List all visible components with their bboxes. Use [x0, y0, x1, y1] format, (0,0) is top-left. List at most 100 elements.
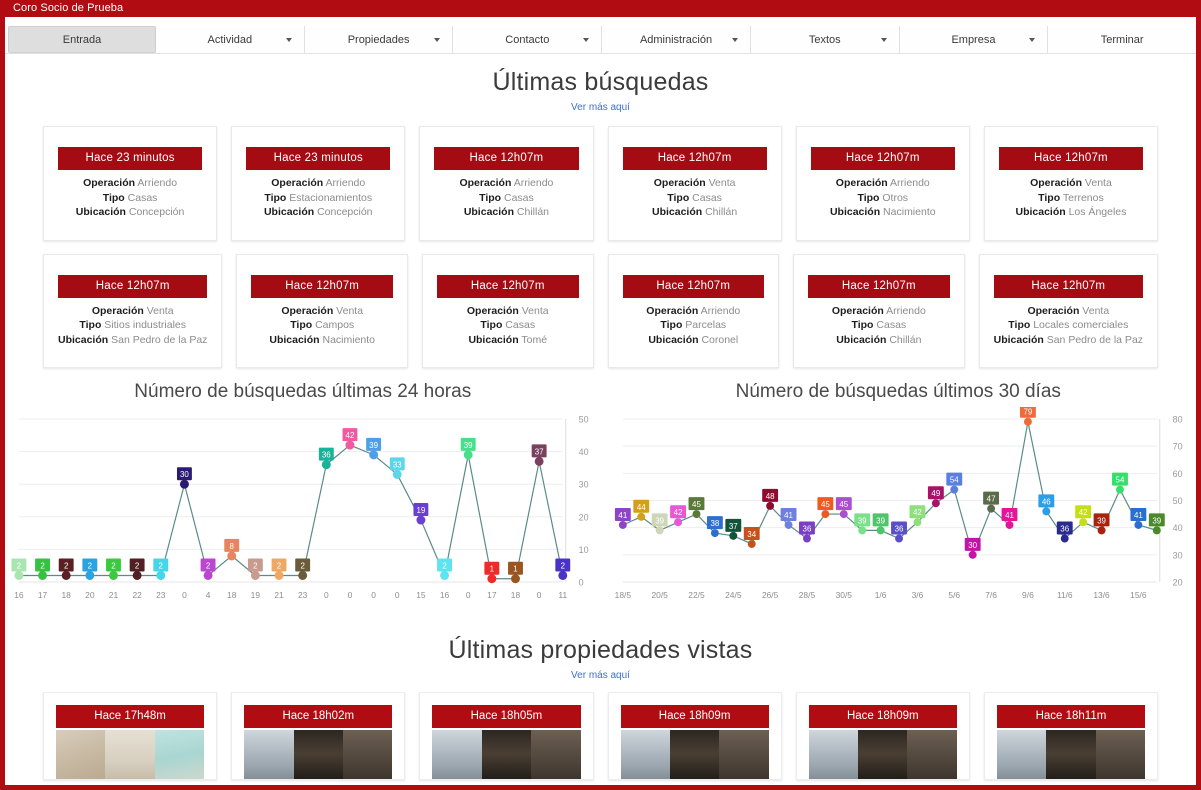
svg-text:39: 39	[464, 441, 473, 450]
svg-text:11/6: 11/6	[1056, 590, 1072, 600]
svg-text:16: 16	[14, 590, 24, 600]
nav-item-label: Textos	[808, 33, 841, 46]
svg-text:21: 21	[274, 590, 284, 600]
nav-item-empresa[interactable]: Empresa	[900, 26, 1049, 53]
search-card-body: Operación Venta Tipo Campos Ubicación Naci…	[251, 304, 393, 348]
search-card[interactable]: Hace 12h07m Operación Venta Tipo Casas Ubic…	[607, 126, 782, 241]
svg-text:80: 80	[1172, 414, 1182, 424]
svg-text:39: 39	[1097, 516, 1106, 525]
search-card-ubicacion-label: Ubicación	[263, 206, 315, 218]
svg-text:18: 18	[227, 590, 237, 600]
svg-text:0: 0	[371, 590, 376, 600]
property-card-photo	[244, 730, 393, 779]
property-card[interactable]: Hace 18h09m	[795, 692, 970, 780]
svg-text:10: 10	[579, 545, 589, 555]
nav-item-propiedades[interactable]: Propiedades	[305, 26, 454, 53]
charts-titles: Número de búsquedas últimas 24 horas Núm…	[5, 381, 1196, 403]
nav-item-terminar[interactable]: Terminar	[1048, 26, 1196, 53]
search-card[interactable]: Hace 12h07m Operación Arriendo Tipo Casas U…	[419, 126, 594, 241]
chart-24-hours[interactable]: 0 10 20 30 40 50 2 2 2 2 2 2 2 30 2 8 2 2 2 36 42 39 33 19 2 39 1 1…	[5, 407, 601, 622]
nav-item-label: Administración	[639, 33, 713, 46]
chart-title-30d: Número de búsquedas últimos 30 días	[735, 381, 1061, 402]
property-card-photo	[620, 730, 769, 779]
nav-item-administracin[interactable]: Administración	[602, 26, 751, 53]
chevron-down-icon[interactable]	[731, 37, 738, 42]
search-card-operacion-value: Arriendo	[135, 177, 178, 189]
chevron-down-icon[interactable]	[434, 37, 441, 42]
property-card[interactable]: Hace 18h02m	[231, 692, 406, 780]
search-card-operacion-label: Operación	[91, 304, 144, 317]
search-card-ubicacion-label: Ubicación	[651, 206, 703, 218]
search-card-tipo: Tipo Locales comerciales	[994, 318, 1143, 333]
svg-text:54: 54	[949, 476, 958, 485]
svg-text:1: 1	[490, 565, 495, 574]
svg-text:36: 36	[322, 451, 331, 460]
chart-30-days[interactable]: 20 30 40 50 60 70 80 41 44 39 42 45 38 37 34 48 41 36 45 45…	[601, 407, 1197, 622]
search-card-tipo-value: Terrenos	[1060, 191, 1104, 204]
search-card-ubicacion-label: Ubicación	[993, 333, 1044, 346]
search-card[interactable]: Hace 12h07m Operación Venta Tipo Locales c…	[978, 253, 1159, 368]
search-card[interactable]: Hace 12h07m Operación Venta Tipo Terrenos U…	[983, 126, 1159, 241]
svg-text:42: 42	[346, 431, 355, 440]
search-card-tipo-label: Tipo	[1038, 191, 1061, 204]
svg-text:36: 36	[894, 525, 903, 534]
nav-item-label: Contacto	[505, 33, 550, 46]
nav-item-entrada[interactable]: Entrada	[8, 26, 156, 53]
nav-item-textos[interactable]: Textos	[751, 26, 900, 53]
search-card-body: Operación Arriendo Tipo Casas Ubicación Co…	[58, 176, 202, 220]
search-card-ubicacion: Ubicación Concepción	[58, 205, 202, 220]
search-card-tipo-value: Casas	[689, 191, 722, 204]
searches-see-more-link[interactable]: Ver más aquí	[5, 102, 1196, 113]
search-card[interactable]: Hace 12h07m Operación Venta Tipo Sitios in…	[43, 253, 223, 368]
properties-see-more-link[interactable]: Ver más aquí	[5, 670, 1196, 681]
search-card[interactable]: Hace 12h07m Operación Arriendo Tipo Casas U…	[793, 253, 965, 368]
svg-text:15: 15	[416, 590, 426, 600]
search-card-tipo-label: Tipo	[660, 319, 683, 331]
search-card[interactable]: Hace 23 minutos Operación Arriendo Tipo Ca…	[43, 126, 218, 241]
main-navigation[interactable]: Entrada Actividad Propiedades Contacto Admin…	[5, 26, 1196, 54]
search-card-ubicacion-label: Ubicación	[269, 333, 320, 346]
search-card[interactable]: Hace 12h07m Operación Venta Tipo Campos Ubi…	[236, 253, 408, 368]
property-card[interactable]: Hace 18h05m	[419, 692, 594, 780]
search-card-ubicacion: Ubicación Chillán	[434, 205, 578, 220]
photo-segment	[432, 730, 482, 779]
search-card-ubicacion: Ubicación Chillán	[623, 205, 767, 220]
search-card-ubicacion: Ubicación Coronel	[623, 333, 765, 348]
search-card[interactable]: Hace 12h07m Operación Arriendo Tipo Otros U…	[795, 126, 970, 241]
property-card[interactable]: Hace 18h09m	[607, 692, 782, 780]
svg-text:28/5: 28/5	[798, 590, 815, 600]
chevron-down-icon[interactable]	[1029, 37, 1036, 42]
chevron-down-icon[interactable]	[880, 37, 887, 42]
search-card-ubicacion-value: Concepción	[314, 206, 373, 218]
svg-text:22/5: 22/5	[688, 590, 705, 600]
search-card-tipo-value: Casas	[502, 319, 536, 331]
svg-text:19: 19	[251, 590, 261, 600]
nav-item-actividad[interactable]: Actividad	[156, 26, 305, 53]
search-card[interactable]: Hace 12h07m Operación Venta Tipo Casas Ubic…	[421, 253, 594, 368]
search-card-tipo: Tipo Campos	[251, 318, 393, 333]
search-card-body: Operación Venta Tipo Terrenos Ubicación Lo…	[999, 176, 1143, 220]
property-cards-row: Hace 17h48m Hace 18h02m Hace 18h05m Hace 18…	[5, 692, 1196, 780]
search-card-operacion: Operación Arriendo	[58, 176, 202, 191]
search-card[interactable]: Hace 12h07m Operación Arriendo Tipo Parcel…	[607, 253, 780, 368]
search-card-operacion-label: Operación	[653, 177, 706, 189]
searches-section-title: Últimas búsquedas	[492, 68, 709, 96]
nav-item-contacto[interactable]: Contacto	[453, 26, 603, 53]
search-card-tipo-label: Tipo	[851, 319, 874, 331]
svg-text:20: 20	[85, 590, 95, 600]
svg-text:1: 1	[513, 565, 518, 574]
svg-text:2: 2	[64, 561, 69, 570]
property-card[interactable]: Hace 17h48m	[43, 692, 218, 780]
search-card[interactable]: Hace 23 minutos Operación Arriendo Tipo Es…	[231, 126, 406, 241]
search-card-ubicacion-value: Chillán	[702, 206, 738, 218]
search-card-operacion-label: Operación	[831, 304, 884, 317]
search-card-time: Hace 12h07m	[622, 147, 767, 170]
svg-text:47: 47	[986, 495, 995, 504]
search-card-ubicacion: Ubicación Concepción	[246, 205, 390, 220]
chevron-down-icon[interactable]	[583, 37, 590, 42]
search-card-ubicacion-label: Ubicación	[648, 333, 699, 346]
svg-text:23: 23	[298, 590, 308, 600]
property-card[interactable]: Hace 18h11m	[983, 692, 1159, 780]
svg-text:38: 38	[710, 519, 719, 528]
chevron-down-icon[interactable]	[285, 37, 292, 42]
